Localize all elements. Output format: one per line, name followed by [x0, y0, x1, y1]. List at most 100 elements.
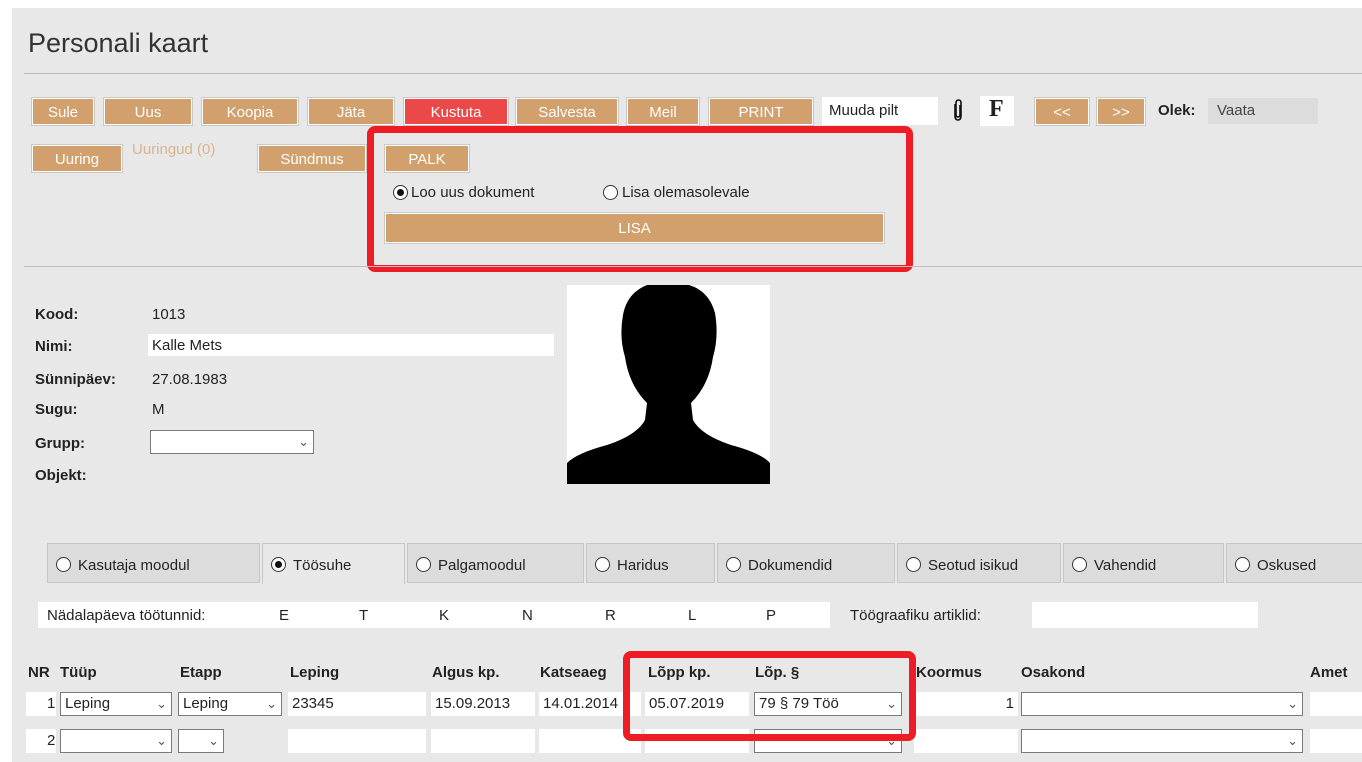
chevron-down-icon: ⌄ [298, 434, 309, 449]
nimi-label: Nimi: [35, 338, 73, 355]
row1-tyyp-select[interactable]: Leping ⌄ [60, 692, 172, 716]
col-lop-par: Lõp. § [755, 664, 800, 681]
print-button[interactable]: PRINT [709, 98, 813, 125]
uuring-button[interactable]: Uuring [32, 145, 122, 172]
tab-palgamoodul[interactable]: Palgamoodul [407, 543, 584, 583]
chevron-down-icon: ⌄ [156, 733, 167, 748]
row1-etapp: Leping [183, 695, 229, 712]
synnipaev-value: 27.08.1983 [152, 371, 228, 388]
person-silhouette-icon [567, 285, 770, 484]
tab-radio [1072, 557, 1087, 572]
sundmus-button[interactable]: Sündmus [258, 145, 366, 172]
paperclip-icon[interactable] [946, 98, 970, 124]
tab-label: Dokumendid [748, 557, 833, 574]
row2-katseaeg-input[interactable] [539, 729, 641, 753]
weekhours-label: Nädalapäeva töötunnid: [47, 607, 206, 624]
col-nr: NR [28, 664, 50, 681]
meil-button[interactable]: Meil [627, 98, 699, 125]
tab-label: Vahendid [1094, 557, 1157, 574]
tab-radio [271, 557, 286, 572]
salvesta-button[interactable]: Salvesta [516, 98, 618, 125]
radio-existing-document[interactable] [603, 185, 618, 200]
radio-new-document[interactable] [393, 185, 408, 200]
chevron-down-icon: ⌄ [156, 696, 167, 711]
f-format-button[interactable]: F [989, 96, 1004, 123]
koopia-button[interactable]: Koopia [202, 98, 298, 125]
grupp-select[interactable]: ⌄ [150, 430, 314, 454]
day-t-input[interactable] [374, 602, 426, 628]
muuda-pilt-link[interactable]: Muuda pilt [829, 102, 898, 119]
tab-radio [906, 557, 921, 572]
tab-seotud-isikud[interactable]: Seotud isikud [897, 543, 1061, 583]
lisa-button[interactable]: LISA [385, 213, 884, 243]
tab-kasutaja-moodul[interactable]: Kasutaja moodul [47, 543, 260, 583]
tab-dokumendid[interactable]: Dokumendid [717, 543, 895, 583]
row1-lop-par-select[interactable]: 79 § 79 Töö ⌄ [754, 692, 902, 716]
row1-amet-input[interactable] [1310, 692, 1362, 716]
day-e-input[interactable] [297, 602, 349, 628]
row2-lop-par-select[interactable]: ⌄ [754, 729, 902, 753]
tab-label: Oskused [1257, 557, 1317, 574]
page-title: Personali kaart [28, 28, 209, 58]
nimi-value: Kalle Mets [152, 337, 223, 354]
row1-katseaeg-input[interactable]: 14.01.2014 [539, 692, 641, 716]
col-leping: Leping [290, 664, 340, 681]
sule-button[interactable]: Sule [32, 98, 94, 125]
day-p-label: P [766, 607, 777, 624]
row2-osakond-select[interactable]: ⌄ [1021, 729, 1303, 753]
col-amet: Amet [1310, 664, 1348, 681]
row1-etapp-select[interactable]: Leping ⌄ [178, 692, 282, 716]
uuringud-link[interactable]: Uuringud (0) [132, 141, 215, 158]
tab-label: Kasutaja moodul [78, 557, 190, 574]
row1-lop-par: 79 § 79 Töö [759, 695, 839, 712]
tab-vahendid[interactable]: Vahendid [1063, 543, 1224, 583]
tab-radio [56, 557, 71, 572]
col-etapp: Etapp [180, 664, 222, 681]
row2-koormus-input[interactable] [914, 729, 1018, 753]
artiklid-input[interactable] [1032, 602, 1258, 628]
day-e-label: E [279, 607, 290, 624]
tab-radio [726, 557, 741, 572]
tab-haridus[interactable]: Haridus [586, 543, 715, 583]
palk-button[interactable]: PALK [385, 145, 469, 172]
sugu-value: M [152, 401, 165, 418]
row2-nr: 2 [47, 732, 56, 749]
objekt-label: Objekt: [35, 467, 87, 484]
tab-label: Palgamoodul [438, 557, 526, 574]
kood-label: Kood: [35, 306, 79, 323]
row2-lopp-input[interactable] [645, 729, 749, 753]
day-l-label: L [688, 607, 697, 624]
row1-osakond-select[interactable]: ⌄ [1021, 692, 1303, 716]
tab-radio [416, 557, 431, 572]
day-n-input[interactable] [540, 602, 592, 628]
day-r-label: R [605, 607, 616, 624]
tab-radio [595, 557, 610, 572]
chevron-down-icon: ⌄ [1287, 733, 1298, 748]
kustuta-button[interactable]: Kustuta [404, 98, 508, 125]
tab-radio [1235, 557, 1250, 572]
col-osakond: Osakond [1021, 664, 1086, 681]
row2-leping-input[interactable] [288, 729, 426, 753]
row2-algus-input[interactable] [431, 729, 535, 753]
sugu-label: Sugu: [35, 401, 78, 418]
day-l-input[interactable] [703, 602, 755, 628]
row1-leping-input[interactable]: 23345 [288, 692, 426, 716]
tab-oskused[interactable]: Oskused [1226, 543, 1362, 583]
chevron-down-icon: ⌄ [266, 696, 277, 711]
prev-record-button[interactable]: << [1035, 98, 1089, 125]
uus-button[interactable]: Uus [104, 98, 192, 125]
row1-lopp-input[interactable]: 05.07.2019 [645, 692, 749, 716]
divider-top [24, 73, 1362, 74]
day-r-input[interactable] [622, 602, 674, 628]
row2-tyyp-select[interactable]: ⌄ [60, 729, 172, 753]
tab-toosuhe[interactable]: Töösuhe [262, 543, 405, 584]
status-value: Vaata [1217, 102, 1256, 119]
row1-koormus-input[interactable]: 1 [914, 692, 1018, 716]
col-katseaeg: Katseaeg [540, 664, 607, 681]
row1-algus-input[interactable]: 15.09.2013 [431, 692, 535, 716]
next-record-button[interactable]: >> [1097, 98, 1145, 125]
row2-amet-input[interactable] [1310, 729, 1362, 753]
day-k-input[interactable] [456, 602, 508, 628]
row2-etapp-select[interactable]: ⌄ [178, 729, 224, 753]
jata-button[interactable]: Jäta [308, 98, 394, 125]
